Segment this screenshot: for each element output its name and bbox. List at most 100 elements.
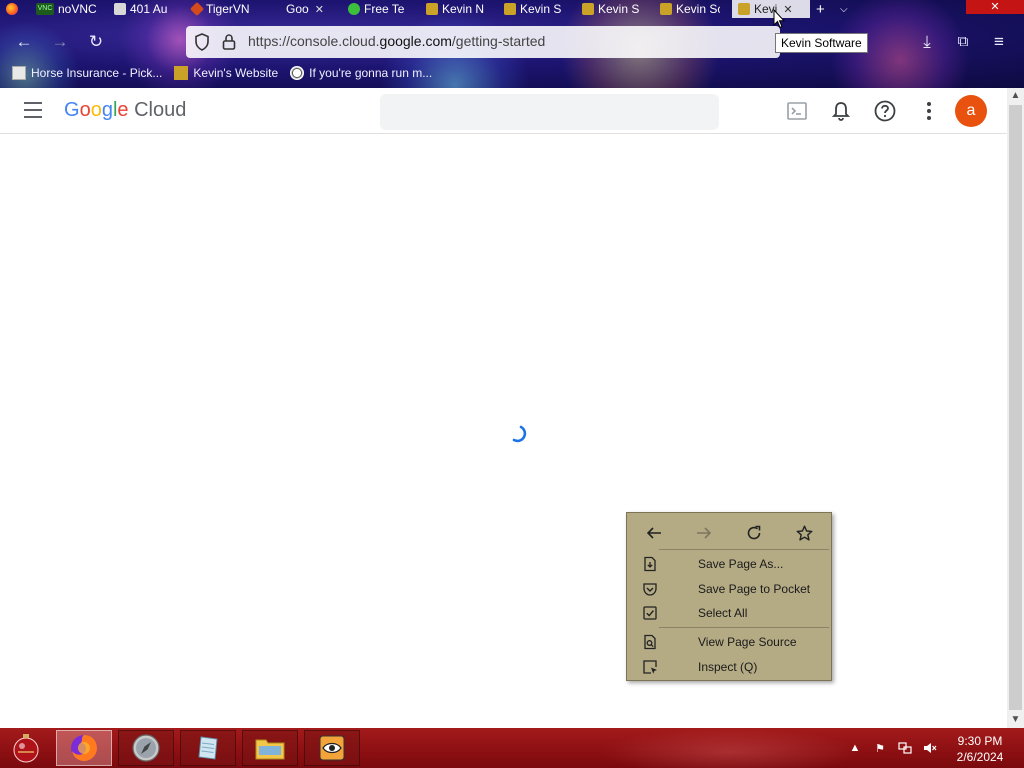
tab-kevin-n[interactable]: Kevin N [420, 0, 498, 18]
tab-free-te[interactable]: Free Te [342, 0, 420, 18]
list-all-tabs-icon[interactable]: ⌵ [834, 0, 858, 18]
inspect-icon [643, 660, 657, 674]
bookmarks-toolbar: Horse Insurance - Pick... Kevin's Websit… [0, 63, 432, 83]
tigervnc-icon [189, 1, 205, 17]
taskbar-notepad[interactable] [180, 730, 236, 766]
bookmark-horse-insurance[interactable]: Horse Insurance - Pick... [12, 63, 162, 83]
firefox-icon [71, 735, 97, 761]
loading-spinner-icon [512, 425, 527, 443]
tab-title: 401 Au [130, 2, 168, 16]
context-item-label: Inspect (Q) [698, 660, 758, 674]
taskbar-firefox[interactable] [56, 730, 112, 766]
account-avatar[interactable]: a [955, 95, 987, 127]
view-source-icon [644, 634, 656, 650]
notepad-icon [198, 736, 218, 760]
taskbar-decoration [600, 728, 860, 768]
scroll-up-arrow-icon[interactable]: ▲ [1007, 88, 1024, 104]
cloud-shell-icon[interactable] [784, 98, 810, 124]
soccer-ball-icon [290, 66, 305, 80]
start-button-ornament-icon[interactable] [8, 730, 44, 766]
context-item-label: Save Page As... [698, 557, 784, 571]
tab-kevin-s[interactable]: Kevin S [498, 0, 576, 18]
new-tab-button[interactable]: + [810, 0, 834, 18]
select-all-icon [643, 606, 657, 620]
context-item-save-to-pocket[interactable]: Save Page to Pocket [627, 578, 831, 600]
menu-icon[interactable]: ≡ [986, 30, 1012, 54]
vertical-scrollbar[interactable]: ▲ ▼ [1007, 88, 1024, 728]
extensions-icon[interactable]: ⧉ [950, 30, 976, 54]
more-options-icon[interactable] [916, 98, 942, 124]
tab-novnc[interactable]: VNC noVNC [30, 0, 108, 18]
close-tab-icon[interactable]: ✕ [315, 3, 324, 16]
url-domain: google.com [379, 33, 452, 49]
context-item-inspect[interactable]: Inspect (Q) [627, 656, 831, 678]
google-cloud-logo[interactable]: Google Cloud [64, 99, 186, 122]
context-menu: Save Page As... Save Page to Pocket Sele… [626, 512, 832, 681]
tab-title: Kevin N [442, 2, 485, 16]
logo-letter: o [90, 99, 102, 121]
search-bar-placeholder[interactable] [380, 94, 719, 130]
navigation-menu-icon[interactable] [24, 102, 44, 118]
tab-tigervnc[interactable]: TigerVN [186, 0, 264, 18]
tab-tooltip: Kevin Software [775, 33, 868, 53]
tab-401[interactable]: 401 Au [108, 0, 186, 18]
shield-icon[interactable] [194, 33, 210, 51]
tab-google[interactable]: Goo ✕ [264, 0, 342, 18]
logo-letter: o [79, 99, 91, 121]
volume-muted-icon[interactable] [923, 741, 937, 755]
context-nav-row [627, 519, 831, 547]
url-prefix: https://console.cloud. [248, 33, 380, 49]
scrollbar-thumb[interactable] [1009, 105, 1022, 710]
taskbar-app-eye[interactable] [304, 730, 360, 766]
context-reload-button[interactable] [743, 522, 765, 544]
google-icon [270, 3, 282, 15]
context-bookmark-star-icon[interactable] [793, 522, 815, 544]
vnc-icon: VNC [36, 3, 54, 15]
address-bar[interactable]: https://console.cloud.google.com/getting… [186, 26, 780, 58]
logo-cloud-word: Cloud [134, 99, 187, 121]
tab-kevin-sc[interactable]: Kevin Sc [654, 0, 732, 18]
help-icon[interactable] [872, 98, 898, 124]
context-back-button[interactable] [643, 522, 665, 544]
context-item-save-page-as[interactable]: Save Page As... [627, 553, 831, 575]
back-button[interactable]: ← [11, 30, 37, 54]
tab-firefox-menu[interactable] [0, 0, 30, 18]
logo-letter: G [64, 99, 80, 121]
mouse-cursor-icon [773, 9, 785, 29]
bookmark-kevins-website[interactable]: Kevin's Website [174, 63, 278, 83]
forward-button[interactable]: → [47, 30, 73, 54]
tab-title: Kevin S [598, 2, 640, 16]
browser-chrome: VNC noVNC 401 Au TigerVN Goo ✕ Free Te K… [0, 0, 1024, 88]
tab-kevin-active[interactable]: Kevi ✕ [732, 0, 810, 18]
lock-icon[interactable] [222, 33, 236, 51]
taskbar-file-explorer[interactable] [242, 730, 298, 766]
downloads-icon[interactable]: ⤓ [914, 30, 940, 54]
firefox-icon [6, 3, 18, 15]
kevin-site-icon [660, 3, 672, 15]
context-item-view-page-source[interactable]: View Page Source [627, 631, 831, 653]
context-forward-button[interactable] [693, 522, 715, 544]
taskbar-safari[interactable] [118, 730, 174, 766]
eye-app-icon [319, 735, 345, 761]
context-item-select-all[interactable]: Select All [627, 602, 831, 624]
reload-button[interactable]: ↻ [83, 30, 109, 54]
bookmark-gonna-run[interactable]: If you're gonna run m... [290, 63, 432, 83]
tab-kevin-s2[interactable]: Kevin S [576, 0, 654, 18]
url-text[interactable]: https://console.cloud.google.com/getting… [248, 33, 545, 49]
notifications-bell-icon[interactable] [828, 98, 854, 124]
show-hidden-icons-icon[interactable]: ▲ [848, 741, 862, 755]
network-icon[interactable] [898, 741, 912, 755]
window-close-button[interactable]: ✕ [966, 0, 1024, 14]
bookmark-label: Kevin's Website [193, 66, 279, 80]
action-center-flag-icon[interactable]: ⚑ [873, 741, 887, 755]
kevin-site-icon [738, 3, 750, 15]
system-tray: ▲ ⚑ [848, 738, 937, 758]
system-clock[interactable]: 9:30 PM 2/6/2024 [950, 733, 1010, 765]
generic-site-icon [114, 3, 126, 15]
tab-title: Free Te [364, 2, 405, 16]
context-item-label: Select All [698, 606, 748, 620]
scroll-down-arrow-icon[interactable]: ▼ [1007, 712, 1024, 728]
tab-strip: VNC noVNC 401 Au TigerVN Goo ✕ Free Te K… [0, 0, 1024, 18]
context-separator [659, 627, 829, 628]
url-path: /getting-started [451, 33, 546, 49]
